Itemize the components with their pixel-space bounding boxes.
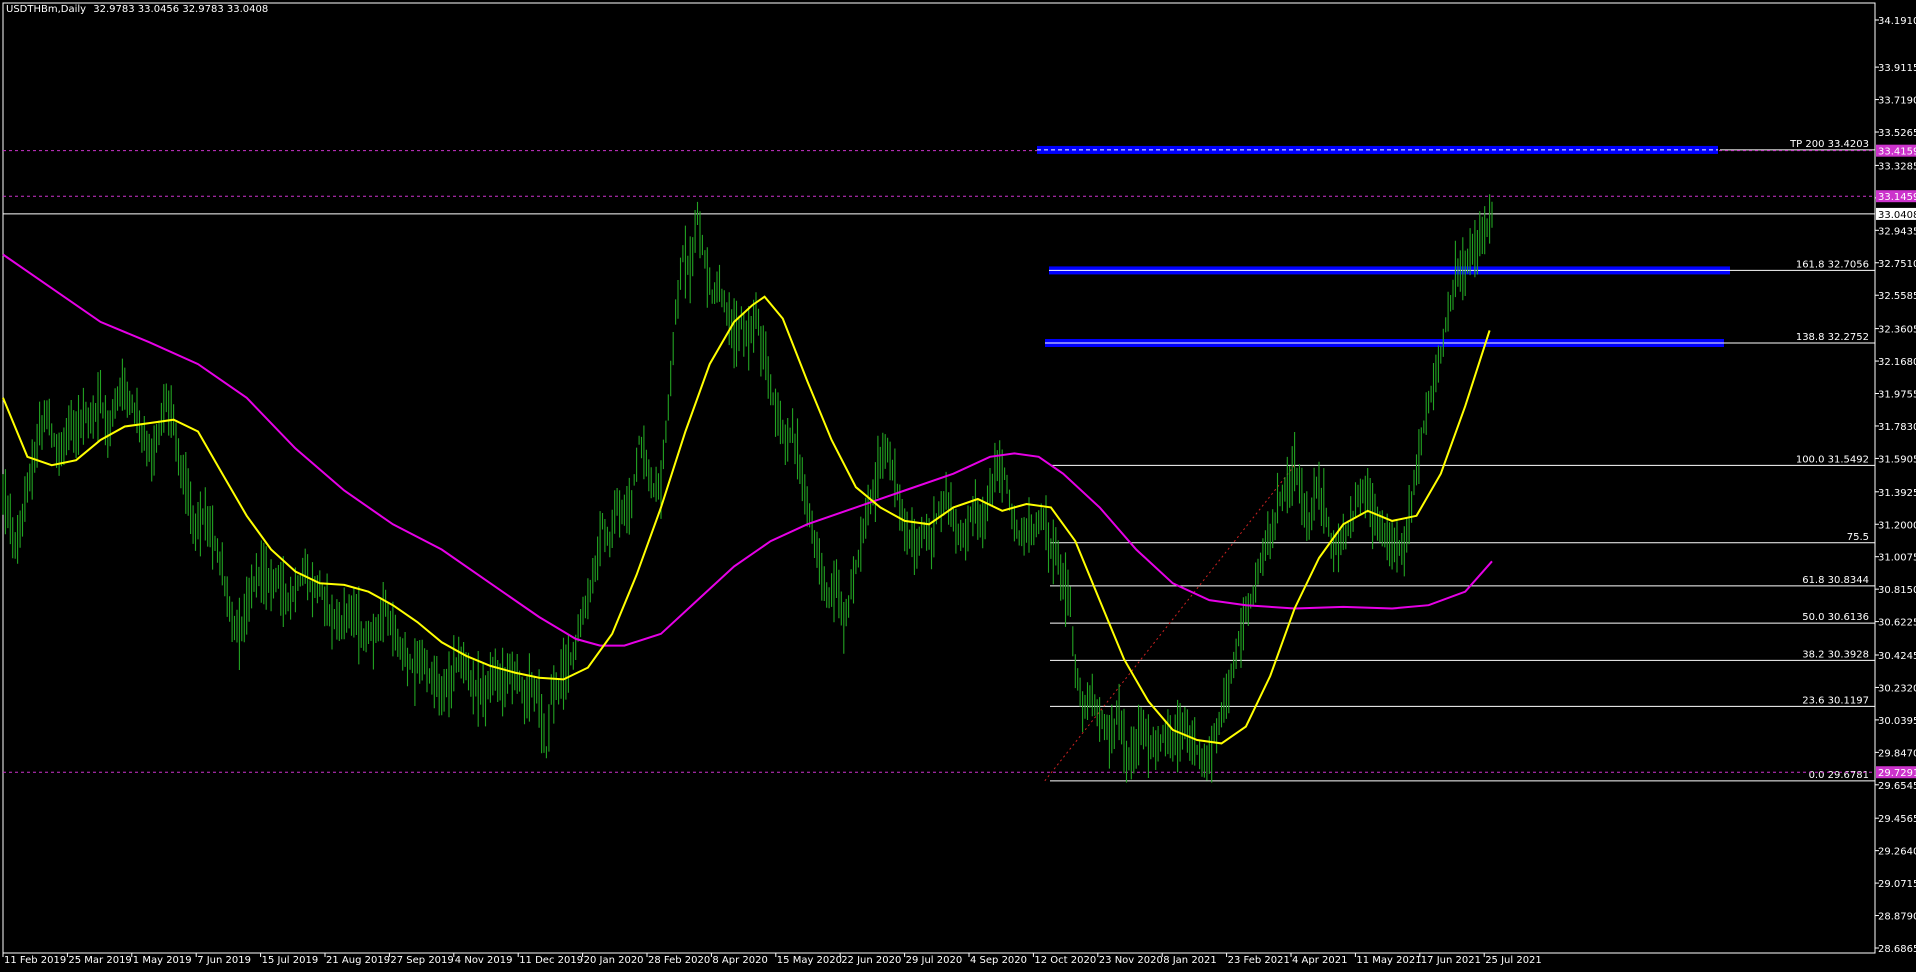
dashed-levels	[3, 150, 1875, 773]
y-tick-label-26: 29.0715	[1878, 879, 1916, 890]
y-tick-label-3: 33.5265	[1878, 128, 1916, 139]
y-tick-label-25: 29.2640	[1878, 847, 1916, 858]
x-tick-label-12: 15 May 2020	[777, 955, 842, 966]
x-tick-label-6: 27 Sep 2019	[390, 955, 453, 966]
y-tick-label-15: 31.2000	[1878, 520, 1916, 531]
x-tick-label-4: 15 Jul 2019	[262, 955, 319, 966]
candles	[2, 194, 1493, 783]
fibo-label-5: 75.5	[1847, 532, 1869, 543]
price-chart[interactable]: 0.0 29.6781 23.6 30.1197 38.2 30.3928 50.0 …	[0, 0, 1916, 972]
y-tick-label-13: 31.5905	[1878, 454, 1916, 465]
y-tick-label-8: 32.5585	[1878, 291, 1916, 302]
y-tick-label-17: 30.8150	[1878, 585, 1916, 596]
x-tick-label-10: 28 Feb 2020	[648, 955, 710, 966]
y-tick-label-2: 33.7190	[1878, 96, 1916, 107]
y-tick-label-22: 29.8470	[1878, 748, 1916, 759]
fibo-label-9: TP 200 33.4203	[1789, 139, 1869, 150]
x-axis: 11 Feb 2019 25 Mar 2019 1 May 2019 7 Jun 20…	[2, 953, 1542, 966]
fibo-levels: 0.0 29.6781 23.6 30.1197 38.2 30.3928 50.0 …	[1050, 139, 1875, 782]
x-tick-label-13: 22 Jun 2020	[841, 955, 901, 966]
x-tick-label-1: 25 Mar 2019	[68, 955, 131, 966]
x-tick-label-3: 7 Jun 2019	[197, 955, 251, 966]
x-tick-label-21: 11 May 2021	[1356, 955, 1421, 966]
y-tick-label-19: 30.4245	[1878, 651, 1916, 662]
blue-zones	[1037, 145, 1730, 347]
y-tick-label-20: 30.2320	[1878, 683, 1916, 694]
y-tick-label-16: 31.0075	[1878, 553, 1916, 564]
blue-zone-0	[1037, 145, 1718, 154]
y-tick-label-0: 34.1910	[1878, 16, 1916, 27]
y-tick-label-18: 30.6225	[1878, 618, 1916, 629]
fibo-label-0: 0.0 29.6781	[1809, 770, 1869, 781]
moving-averages	[2, 253, 1493, 745]
x-tick-label-0: 11 Feb 2019	[4, 955, 66, 966]
y-tick-label-9: 32.3605	[1878, 325, 1916, 336]
x-tick-label-5: 21 Aug 2019	[326, 955, 390, 966]
y-tick-label-7: 32.7510	[1878, 259, 1916, 270]
dash-tag-label-1: 33.1459	[1878, 192, 1916, 203]
dash-tag-label-2: 29.7291	[1878, 768, 1916, 779]
y-tick-label-24: 29.4565	[1878, 814, 1916, 825]
x-tick-label-20: 4 Apr 2021	[1292, 955, 1347, 966]
y-tick-label-12: 31.7830	[1878, 422, 1916, 433]
x-tick-label-7: 4 Nov 2019	[455, 955, 513, 966]
y-tick-label-23: 29.6545	[1878, 781, 1916, 792]
fibo-label-8: 161.8 32.7056	[1796, 259, 1869, 270]
y-tick-label-21: 30.0395	[1878, 716, 1916, 727]
ma-fast-line	[2, 295, 1491, 745]
x-tick-label-18: 8 Jan 2021	[1163, 955, 1217, 966]
y-tick-label-14: 31.3925	[1878, 488, 1916, 499]
candle-bars	[2, 194, 1493, 783]
y-tick-label-28: 28.6865	[1878, 944, 1916, 955]
y-tick-label-10: 32.1680	[1878, 357, 1916, 368]
x-tick-label-23: 25 Jul 2021	[1485, 955, 1542, 966]
x-tick-label-9: 20 Jan 2020	[584, 955, 644, 966]
fibo-label-6: 100.0 31.5492	[1796, 454, 1869, 465]
x-tick-label-17: 23 Nov 2020	[1099, 955, 1163, 966]
x-tick-label-8: 11 Dec 2019	[519, 955, 583, 966]
dash-tag-label-0: 33.4159	[1878, 147, 1916, 158]
fibo-label-1: 23.6 30.1197	[1802, 695, 1869, 706]
x-tick-label-2: 1 May 2019	[133, 955, 192, 966]
ma-slow-line	[2, 253, 1493, 647]
y-tick-label-1: 33.9115	[1878, 63, 1916, 74]
x-tick-label-15: 4 Sep 2020	[970, 955, 1027, 966]
y-tick-label-6: 32.9435	[1878, 226, 1916, 237]
y-tick-label-4: 33.3285	[1878, 161, 1916, 172]
x-tick-label-22: 17 Jun 2021	[1421, 955, 1481, 966]
fibo-label-2: 38.2 30.3928	[1802, 649, 1869, 660]
x-tick-label-14: 29 Jul 2020	[906, 955, 963, 966]
x-tick-label-16: 12 Oct 2020	[1034, 955, 1096, 966]
y-tick-label-11: 31.9755	[1878, 390, 1916, 401]
fibo-label-7: 138.8 32.2752	[1796, 332, 1869, 343]
fibo-label-4: 61.8 30.8344	[1802, 575, 1869, 586]
x-tick-label-19: 23 Feb 2021	[1228, 955, 1290, 966]
current-tag-label: 33.0408	[1878, 210, 1916, 221]
y-tick-label-27: 28.8790	[1878, 912, 1916, 923]
fibo-label-3: 50.0 30.6136	[1802, 612, 1869, 623]
x-tick-label-11: 8 Apr 2020	[712, 955, 767, 966]
